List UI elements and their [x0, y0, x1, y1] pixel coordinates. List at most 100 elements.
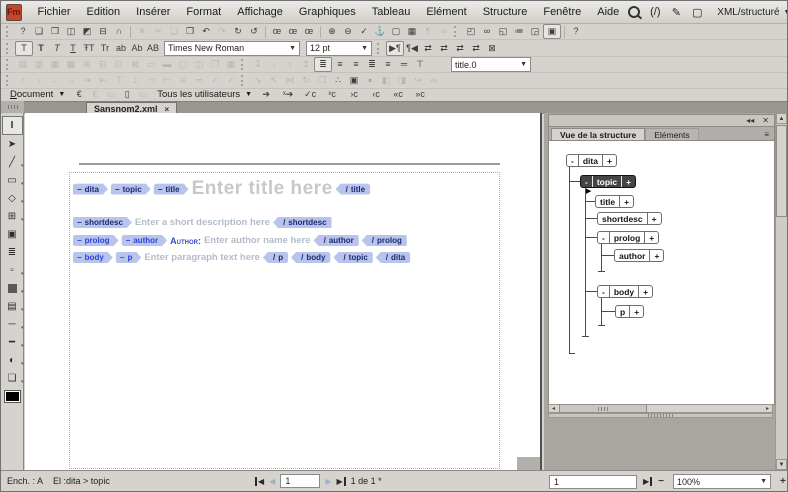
view-selector-dropdown[interactable]: Document▼: [10, 89, 65, 100]
menu-item-fenêtre[interactable]: Fenêtre: [535, 3, 589, 21]
select-object-tool[interactable]: ➤: [3, 136, 22, 153]
smart-select-tool[interactable]: I: [2, 116, 23, 135]
panel-hscrollbar[interactable]: ◂ ▸: [548, 404, 773, 413]
tree-node-body[interactable]: -body+: [597, 285, 653, 298]
element-tag-close-body[interactable]: /body: [291, 252, 330, 263]
menu-item-inserer[interactable]: Insérer: [128, 3, 178, 21]
line-style-tool[interactable]: ━▾: [3, 334, 22, 351]
tree-node-author[interactable]: author+: [614, 249, 664, 262]
pen-icon[interactable]: ✎: [669, 5, 683, 19]
capitalize-icon[interactable]: Ab: [129, 42, 145, 55]
element-tag-close-dita[interactable]: /dita: [376, 252, 410, 263]
vscroll-thumb[interactable]: [776, 125, 787, 217]
zoom-out-button[interactable]: −: [658, 476, 664, 487]
overlay-tool[interactable]: ❏▾: [3, 370, 22, 387]
menu-item-fichier[interactable]: Fichier: [30, 3, 79, 21]
fill-swatch[interactable]: ▾: [3, 280, 22, 297]
text-line-tool[interactable]: ≣: [3, 244, 22, 261]
menu-item-aide[interactable]: Aide: [589, 3, 627, 21]
tree-node-prolog[interactable]: -prolog+: [597, 231, 659, 244]
line-tool[interactable]: ╱▾: [3, 154, 22, 171]
help-icon[interactable]: ?: [15, 25, 31, 38]
open-document-icon[interactable]: ❒: [47, 25, 63, 38]
expand-attributes-icon[interactable]: +: [638, 286, 652, 297]
page-number-field[interactable]: 1: [280, 474, 320, 488]
scroll-down-icon[interactable]: ▼: [776, 459, 787, 470]
uppercase-icon[interactable]: AB: [145, 42, 161, 55]
superscript-icon[interactable]: Tr: [97, 42, 113, 55]
undo-icon[interactable]: ↶: [198, 25, 214, 38]
menu-item-element[interactable]: Elément: [418, 3, 474, 21]
object-direction-icon[interactable]: ⊠: [484, 42, 500, 55]
collapse-toggle-icon[interactable]: -: [598, 232, 609, 243]
expand-attributes-icon[interactable]: +: [629, 306, 643, 317]
tree-node-p[interactable]: p+: [615, 305, 644, 318]
rectangle-tool[interactable]: ▭▾: [3, 172, 22, 189]
justify-icon[interactable]: ≣: [364, 58, 380, 71]
menu-item-format[interactable]: Format: [178, 3, 229, 21]
tree-node-topic[interactable]: -topic+: [580, 175, 636, 188]
expand-attributes-icon[interactable]: +: [644, 232, 658, 243]
save-icon[interactable]: ◫: [63, 25, 79, 38]
last-page-button[interactable]: ▶: [336, 477, 345, 486]
next-conditional-icon[interactable]: ›c: [346, 88, 362, 101]
spacing-3-icon[interactable]: ⇄: [452, 42, 468, 55]
hscroll-thumb[interactable]: [559, 404, 647, 413]
import-icon[interactable]: ◩: [79, 25, 95, 38]
reject-change-icon[interactable]: ˣc: [324, 88, 340, 101]
object-style-icon[interactable]: ∴: [330, 74, 346, 87]
manage-links-icon[interactable]: ∞: [479, 25, 495, 38]
document-preview-icon[interactable]: ◰: [463, 25, 479, 38]
element-tag-close-author[interactable]: /author: [314, 235, 359, 246]
polygon-tool[interactable]: ◇▾: [3, 190, 22, 207]
spacing-2-icon[interactable]: ⇄: [436, 42, 452, 55]
menu-item-graphiques[interactable]: Graphiques: [291, 3, 364, 21]
document-canvas[interactable]: −dita−topic−titleEnter title here/title−…: [25, 113, 542, 470]
tree-node-shortdesc[interactable]: shortdesc+: [597, 212, 662, 225]
tree-node-dita[interactable]: -dita+: [566, 154, 617, 167]
expand-attributes-icon[interactable]: +: [621, 176, 635, 187]
paragraph-designer-icon[interactable]: œ: [285, 25, 301, 38]
element-tag-close-title[interactable]: /title: [336, 184, 370, 195]
element-view-icon[interactable]: ◲: [527, 25, 543, 38]
element-tag-open-author[interactable]: −author: [122, 235, 168, 246]
new-window-icon[interactable]: ▯: [119, 88, 135, 101]
align-top-icon[interactable]: ≡: [380, 58, 396, 71]
placeholder-text[interactable]: Enter author name here: [204, 235, 311, 246]
align-center-icon[interactable]: ≡: [332, 58, 348, 71]
workspace-selector[interactable]: XML/structuré▼: [717, 7, 788, 18]
toolbar-grip[interactable]: [241, 75, 246, 86]
vertical-scrollbar[interactable]: ▲ ▼: [775, 113, 787, 470]
paragraph-rtl-icon[interactable]: ¶◀: [404, 42, 420, 55]
outline-view-icon[interactable]: ≔: [511, 25, 527, 38]
font-size-dropdown[interactable]: 12 pt▼: [306, 41, 372, 56]
spacing-4-icon[interactable]: ⇄: [468, 42, 484, 55]
line-width-tool[interactable]: ─▾: [3, 316, 22, 333]
element-tag-open-body[interactable]: −body: [73, 252, 113, 263]
element-tag-open-title[interactable]: −title: [154, 184, 189, 195]
frame-mode-icon[interactable]: ▢: [690, 5, 704, 19]
contrast-tool[interactable]: ◐▾: [3, 352, 22, 369]
snapshot-icon[interactable]: ◱: [495, 25, 511, 38]
italic-icon[interactable]: T: [49, 42, 65, 55]
collapse-toggle-icon[interactable]: -: [567, 155, 578, 166]
first-page-button[interactable]: ◀: [255, 477, 264, 486]
menu-item-tableau[interactable]: Tableau: [364, 3, 419, 21]
hide-conditions-icon[interactable]: »c: [412, 88, 428, 101]
scroll-left-icon[interactable]: ◂: [549, 405, 558, 412]
placeholder-text[interactable]: Enter a short description here: [135, 217, 270, 228]
expand-attributes-icon[interactable]: +: [619, 196, 633, 207]
expand-attributes-icon[interactable]: +: [649, 250, 663, 261]
print-icon[interactable]: ⊟: [95, 25, 111, 38]
element-tag-close-topic[interactable]: /topic: [333, 252, 372, 263]
search-icon[interactable]: [627, 5, 641, 19]
new-document-icon[interactable]: ❏: [31, 25, 47, 38]
menu-item-structure[interactable]: Structure: [475, 3, 536, 21]
paragraph-style-dropdown[interactable]: title.0▼: [451, 57, 531, 72]
toolbar-grip[interactable]: [6, 43, 11, 54]
element-tag-close-shortdesc[interactable]: /shortdesc: [273, 217, 331, 228]
spacing-1-icon[interactable]: ⇄: [420, 42, 436, 55]
track-changes-icon[interactable]: €: [71, 88, 87, 101]
copy-icon[interactable]: ❐: [182, 25, 198, 38]
graphic-frame-tool[interactable]: ▣: [3, 226, 22, 243]
